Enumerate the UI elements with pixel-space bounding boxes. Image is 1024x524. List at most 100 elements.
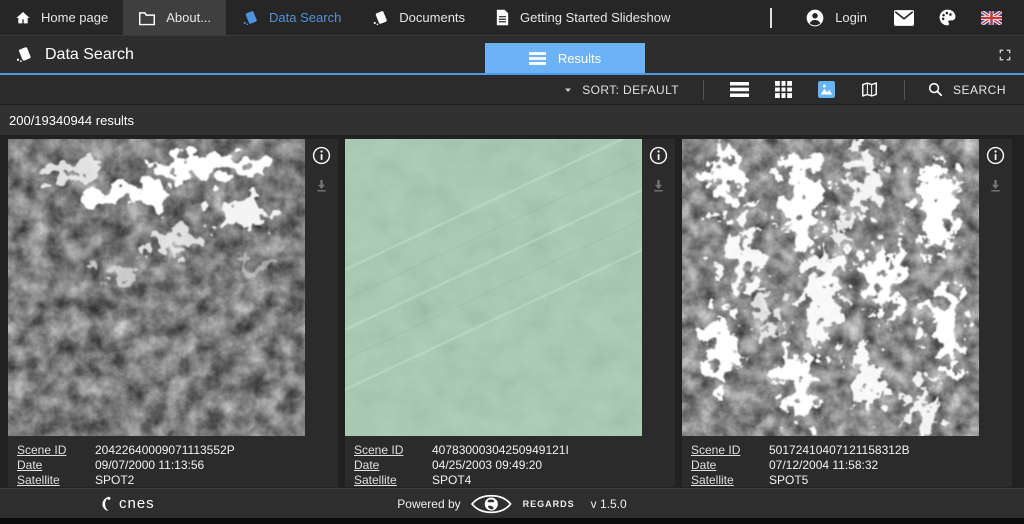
info-button[interactable] xyxy=(986,146,1005,165)
list-icon xyxy=(730,82,749,97)
download-button[interactable] xyxy=(313,177,330,194)
date-link[interactable]: Date xyxy=(17,458,95,472)
download-icon xyxy=(650,177,667,194)
page-title: Data Search xyxy=(45,45,134,63)
meta-row: Date 09/07/2000 11:13:56 xyxy=(17,457,338,472)
tab-results[interactable]: Results xyxy=(485,43,645,73)
login-button[interactable]: Login xyxy=(790,8,882,28)
toolbar-divider xyxy=(702,79,704,100)
results-count: 200/19340944 results xyxy=(9,112,135,128)
scene-id-link[interactable]: Scene ID xyxy=(354,443,432,457)
scene-id-link[interactable]: Scene ID xyxy=(691,443,769,457)
nav-item-getting-started[interactable]: Getting Started Slideshow xyxy=(480,0,685,35)
nav-item-home-page[interactable]: Home page xyxy=(0,0,123,35)
info-button[interactable] xyxy=(312,146,331,165)
bottom-strip xyxy=(0,518,1024,524)
table-icon xyxy=(774,81,792,98)
home-icon xyxy=(15,10,31,26)
powered-by-group: Powered by REGARDS v 1.5.0 xyxy=(397,493,627,515)
date-link[interactable]: Date xyxy=(354,458,432,472)
nav-item-label: Getting Started Slideshow xyxy=(520,10,671,25)
nav-right-group: Login xyxy=(752,0,1024,35)
satellite-value: SPOT4 xyxy=(432,472,472,487)
meta-row: Scene ID 20422640009071113552P xyxy=(17,442,338,457)
mail-icon xyxy=(894,9,914,26)
info-icon xyxy=(649,146,668,165)
version-label: v 1.5.0 xyxy=(590,496,627,511)
nav-item-documents[interactable]: Documents xyxy=(356,0,480,35)
sort-label: SORT: DEFAULT xyxy=(582,82,679,97)
meta-row: Scene ID 40783000304250949121I xyxy=(354,442,675,457)
tab-results-label: Results xyxy=(557,50,602,66)
meta-row: Date 07/12/2004 11:58:32 xyxy=(691,457,1012,472)
card-top xyxy=(345,139,675,436)
results-grid: Scene ID 20422640009071113552P Date 09/0… xyxy=(0,135,1024,487)
result-card: Scene ID 20422640009071113552P Date 09/0… xyxy=(8,139,338,487)
nav-item-label: Data Search xyxy=(269,10,342,25)
search-button[interactable]: SEARCH xyxy=(921,81,1012,98)
date-value: 07/12/2004 11:58:32 xyxy=(769,457,879,472)
regards-label: REGARDS xyxy=(522,498,575,509)
view-quicklook-button[interactable] xyxy=(808,79,845,100)
date-link[interactable]: Date xyxy=(691,458,769,472)
nav-item-label: Documents xyxy=(399,10,466,25)
regards-logo-icon xyxy=(471,493,513,515)
powered-by-label: Powered by xyxy=(397,496,461,511)
view-list-button[interactable] xyxy=(720,80,759,99)
satellite-value: SPOT5 xyxy=(769,472,809,487)
result-card: Scene ID 40783000304250949121I Date 04/2… xyxy=(345,139,675,487)
scene-metadata: Scene ID 20422640009071113552P Date 09/0… xyxy=(8,436,338,487)
satellite-value: SPOT2 xyxy=(95,472,135,487)
list-icon xyxy=(528,51,546,65)
info-icon xyxy=(312,146,331,165)
scene-id-value: 50172410407121158312B xyxy=(769,442,910,457)
module-header: Data Search Results xyxy=(0,36,1024,75)
result-card: Scene ID 50172410407121158312B Date 07/1… xyxy=(682,139,1012,487)
uk-flag-icon xyxy=(981,10,1002,25)
scene-id-value: 20422640009071113552P xyxy=(95,442,235,457)
download-button[interactable] xyxy=(987,177,1004,194)
account-icon xyxy=(805,8,825,28)
nav-item-label: About... xyxy=(166,10,212,25)
nav-item-label: Home page xyxy=(41,10,109,25)
scene-id-value: 40783000304250949121I xyxy=(432,442,569,457)
nav-item-about[interactable]: About... xyxy=(123,0,227,35)
meta-row: Date 04/25/2003 09:49:20 xyxy=(354,457,675,472)
satellite-link[interactable]: Satellite xyxy=(691,473,769,487)
app-root: Home page About... Data Search Documents… xyxy=(0,0,1024,524)
card-top xyxy=(8,139,338,436)
scene-id-link[interactable]: Scene ID xyxy=(17,443,95,457)
theme-button[interactable] xyxy=(926,0,969,35)
catalog-icon xyxy=(371,9,389,27)
data-search-icon xyxy=(14,45,33,64)
meta-row: Satellite SPOT5 xyxy=(691,472,1012,487)
download-icon xyxy=(987,177,1004,194)
top-nav-bar: Home page About... Data Search Documents… xyxy=(0,0,1024,36)
info-button[interactable] xyxy=(649,146,668,165)
document-icon xyxy=(495,9,510,26)
cnes-logo[interactable]: cnes xyxy=(99,495,155,512)
nav-divider xyxy=(770,7,773,28)
module-title: Data Search xyxy=(14,45,134,64)
cnes-label: cnes xyxy=(119,495,155,512)
satellite-link[interactable]: Satellite xyxy=(17,473,95,487)
date-value: 09/07/2000 11:13:56 xyxy=(95,457,205,472)
scene-metadata: Scene ID 40783000304250949121I Date 04/2… xyxy=(345,436,675,487)
nav-item-data-search[interactable]: Data Search xyxy=(226,0,356,35)
contact-button[interactable] xyxy=(882,0,926,35)
image-icon xyxy=(817,81,835,98)
sort-dropdown[interactable]: SORT: DEFAULT xyxy=(554,83,687,97)
results-count-row: 200/19340944 results xyxy=(0,104,1024,135)
scene-thumbnail[interactable] xyxy=(682,139,979,436)
download-button[interactable] xyxy=(650,177,667,194)
view-table-button[interactable] xyxy=(765,79,802,100)
view-map-button[interactable] xyxy=(851,79,888,100)
scene-thumbnail[interactable] xyxy=(8,139,305,436)
language-button[interactable] xyxy=(969,0,1014,35)
cnes-icon xyxy=(99,495,114,512)
satellite-link[interactable]: Satellite xyxy=(354,473,432,487)
map-icon xyxy=(861,81,878,98)
results-toolbar: SORT: DEFAULT SEARCH xyxy=(0,75,1024,104)
fullscreen-button[interactable] xyxy=(994,44,1016,66)
scene-thumbnail[interactable] xyxy=(345,139,642,436)
